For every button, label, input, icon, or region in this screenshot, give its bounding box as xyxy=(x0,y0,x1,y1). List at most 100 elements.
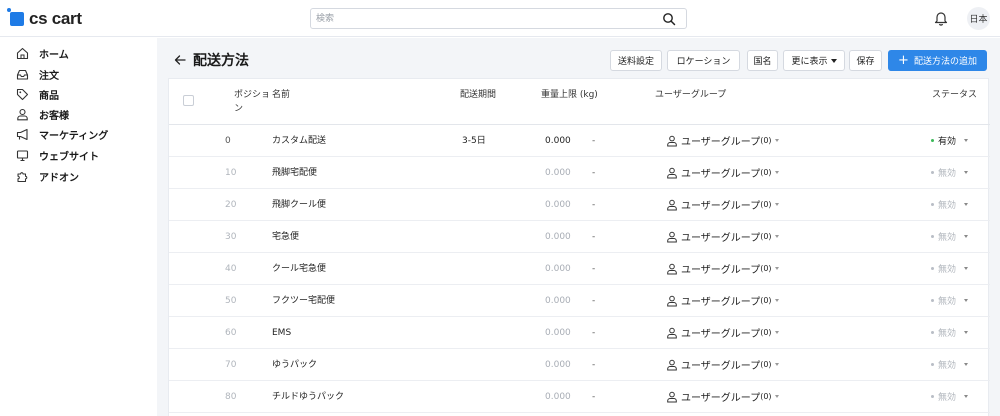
search-icon[interactable] xyxy=(662,12,676,26)
shipping-method-name[interactable]: カスタム配送 xyxy=(272,134,326,148)
user-group-icon xyxy=(666,135,681,147)
position-input[interactable]: 10 xyxy=(225,166,265,180)
page-title: 配送方法 xyxy=(193,53,249,69)
more-button[interactable]: 更に表示 xyxy=(783,50,845,71)
position-input[interactable]: 60 xyxy=(225,326,265,340)
position-input[interactable]: 70 xyxy=(225,358,265,372)
delivery-time: 3-5日 xyxy=(462,136,486,146)
user-group-selector[interactable]: ユーザーグループ (0) xyxy=(666,357,779,372)
sidebar-item-customers[interactable]: お客様 xyxy=(15,105,69,123)
locations-button[interactable]: ロケーション xyxy=(667,50,740,71)
save-button[interactable]: 保存 xyxy=(849,50,882,71)
user-group-label: ユーザーグループ xyxy=(681,201,761,212)
chevron-down-icon xyxy=(774,395,779,398)
user-group-icon xyxy=(666,231,681,243)
bell-icon[interactable] xyxy=(934,10,948,26)
column-header-position[interactable]: ポジション xyxy=(234,88,272,116)
logo[interactable]: cs cart xyxy=(7,8,82,29)
weight-max: - xyxy=(592,168,596,178)
user-group-selector[interactable]: ユーザーグループ (0) xyxy=(666,197,779,212)
chevron-down-icon xyxy=(964,395,969,398)
user-group-selector[interactable]: ユーザーグループ (0) xyxy=(666,293,779,308)
position-input[interactable]: 40 xyxy=(225,262,265,276)
table-row[interactable]: 20 飛脚クール便 0.000 - ユーザーグループ (0) 無効 xyxy=(169,189,990,221)
status-dropdown[interactable]: 無効 xyxy=(931,166,969,179)
table-row[interactable]: 60 EMS 0.000 - ユーザーグループ (0) 無効 xyxy=(169,317,990,349)
sidebar-item-marketing[interactable]: マーケティング xyxy=(15,125,108,143)
user-group-icon xyxy=(666,167,681,179)
shipping-method-name[interactable]: 飛脚宅配便 xyxy=(272,166,317,180)
user-group-icon xyxy=(666,359,681,371)
status-dropdown[interactable]: 無効 xyxy=(931,358,969,371)
position-input[interactable]: 30 xyxy=(225,230,265,244)
status-dropdown[interactable]: 無効 xyxy=(931,390,969,403)
shipping-method-name[interactable]: 飛脚クール便 xyxy=(272,198,326,212)
shipping-methods-table: ポジション 名前 配送期間 重量上限 (kg) ユーザーグループ ステータス 0… xyxy=(168,78,990,416)
user-group-count: (0) xyxy=(760,360,772,369)
chevron-down-icon xyxy=(774,299,779,302)
sidebar-item-home[interactable]: ホーム xyxy=(15,44,69,62)
position-input[interactable]: 50 xyxy=(225,294,265,308)
user-group-label: ユーザーグループ xyxy=(681,297,761,308)
user-group-selector[interactable]: ユーザーグループ (0) xyxy=(666,325,779,340)
sidebar-item-orders[interactable]: 注文 xyxy=(15,65,59,83)
position-input[interactable]: 80 xyxy=(225,390,265,404)
user-group-label: ユーザーグループ xyxy=(681,137,761,148)
add-shipping-method-button[interactable]: + 配送方法の追加 xyxy=(888,50,987,71)
chevron-down-icon xyxy=(964,331,969,334)
chevron-down-icon xyxy=(964,171,969,174)
weight-min: 0.000 xyxy=(545,232,571,242)
countries-button[interactable]: 国名 xyxy=(747,50,778,71)
sidebar-item-addons[interactable]: アドオン xyxy=(15,167,79,185)
user-group-selector[interactable]: ユーザーグループ (0) xyxy=(666,229,779,244)
position-input[interactable]: 20 xyxy=(225,198,265,212)
avatar[interactable]: 日本 xyxy=(967,7,990,30)
shipping-method-name[interactable]: 宅急便 xyxy=(272,230,299,244)
table-row[interactable]: 0 カスタム配送 3-5日 0.000 - ユーザーグループ (0) 有効 xyxy=(169,125,990,157)
shipping-method-name[interactable]: EMS xyxy=(272,326,291,340)
shipping-method-name[interactable]: クール宅急便 xyxy=(272,262,326,276)
shipping-method-name[interactable]: フクツー宅配便 xyxy=(272,294,335,308)
shipping-method-name[interactable]: チルドゆうパック xyxy=(272,390,344,404)
user-group-icon xyxy=(666,263,681,275)
main-content: 配送方法 送料設定 ロケーション 国名 更に表示 保存 + 配送方法の追加 ポジ… xyxy=(157,38,1000,416)
user-group-selector[interactable]: ユーザーグループ (0) xyxy=(666,165,779,180)
shipping-method-name[interactable]: ゆうパック xyxy=(272,358,317,372)
table-row[interactable]: 10 飛脚宅配便 0.000 - ユーザーグループ (0) 無効 xyxy=(169,157,990,189)
status-dropdown[interactable]: 無効 xyxy=(931,198,969,211)
select-all-checkbox[interactable] xyxy=(183,95,194,106)
column-header-user-group[interactable]: ユーザーグループ xyxy=(655,88,726,102)
user-group-selector[interactable]: ユーザーグループ (0) xyxy=(666,133,779,148)
status-dropdown[interactable]: 無効 xyxy=(931,294,969,307)
status-dropdown[interactable]: 無効 xyxy=(931,230,969,243)
puzzle-icon xyxy=(15,169,29,183)
table-row[interactable]: 30 宅急便 0.000 - ユーザーグループ (0) 無効 xyxy=(169,221,990,253)
user-group-count: (0) xyxy=(760,232,772,241)
column-header-name[interactable]: 名前 xyxy=(272,88,290,102)
shipping-settings-button[interactable]: 送料設定 xyxy=(610,50,662,71)
position-input[interactable]: 0 xyxy=(225,134,265,148)
table-row[interactable]: 40 クール宅急便 0.000 - ユーザーグループ (0) 無効 xyxy=(169,253,990,285)
column-header-weight-limit[interactable]: 重量上限 (kg) xyxy=(541,88,598,102)
status-dropdown[interactable]: 有効 xyxy=(931,134,969,147)
status-label: 有効 xyxy=(938,137,957,147)
search-input[interactable] xyxy=(316,11,646,26)
user-group-selector[interactable]: ユーザーグループ (0) xyxy=(666,389,779,404)
sidebar-item-website[interactable]: ウェブサイト xyxy=(15,146,99,164)
status-dot-icon xyxy=(931,299,934,302)
status-dropdown[interactable]: 無効 xyxy=(931,326,969,339)
user-icon xyxy=(15,107,29,121)
back-arrow-icon[interactable] xyxy=(174,54,186,66)
table-row[interactable]: 50 フクツー宅配便 0.000 - ユーザーグループ (0) 無効 xyxy=(169,285,990,317)
table-row[interactable]: 70 ゆうパック 0.000 - ユーザーグループ (0) 無効 xyxy=(169,349,990,381)
column-header-delivery-time[interactable]: 配送期間 xyxy=(460,88,496,102)
status-label: 無効 xyxy=(938,169,957,179)
user-group-label: ユーザーグループ xyxy=(681,393,761,404)
status-dropdown[interactable]: 無効 xyxy=(931,262,969,275)
user-group-selector[interactable]: ユーザーグループ (0) xyxy=(666,261,779,276)
sidebar-item-products[interactable]: 商品 xyxy=(15,85,59,103)
more-button-label: 更に表示 xyxy=(791,57,828,67)
table-row[interactable]: 80 チルドゆうパック 0.000 - ユーザーグループ (0) 無効 xyxy=(169,381,990,413)
chevron-down-icon xyxy=(964,235,969,238)
column-header-status[interactable]: ステータス xyxy=(932,88,977,102)
